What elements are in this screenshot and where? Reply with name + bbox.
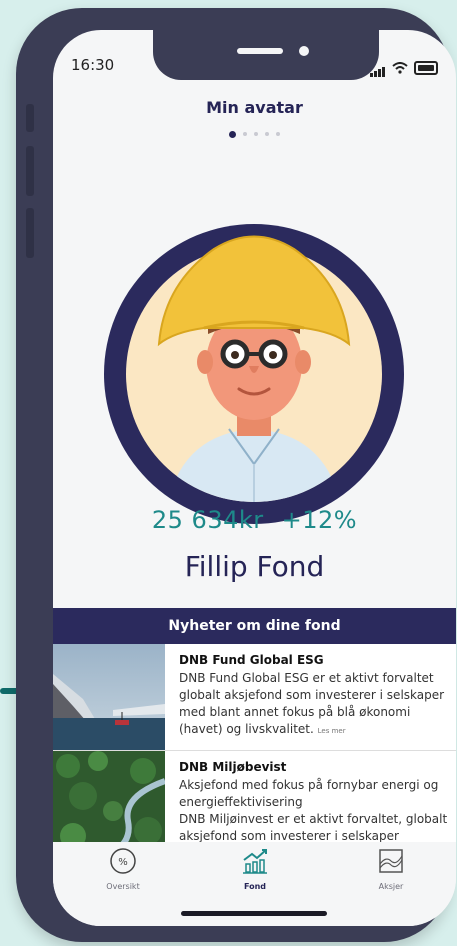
page-dot-3[interactable] <box>254 132 258 136</box>
mute-switch <box>26 104 34 132</box>
tab-oversikt[interactable]: % Oversikt <box>73 846 173 891</box>
ocean-photo-thumbnail <box>53 644 165 750</box>
news-title: DNB Fund Global ESG <box>179 653 324 667</box>
phone-frame: 16:30 Min avatar 25 634kr +12% Fillip Fo… <box>16 8 456 942</box>
news-item-global-esg[interactable]: DNB Fund Global ESG DNB Fund Global ESG … <box>53 644 456 750</box>
portfolio-summary: 25 634kr +12% <box>53 506 456 534</box>
page-dot-4[interactable] <box>265 132 269 136</box>
page-title: Min avatar <box>206 98 303 117</box>
volume-down-button <box>26 208 34 258</box>
chart-trend-icon <box>243 849 267 874</box>
portfolio-change: +12% <box>281 506 358 534</box>
news-title: DNB Miljøbevist <box>179 760 287 774</box>
forest-photo-thumbnail <box>53 751 165 849</box>
battery-icon <box>414 60 438 75</box>
status-time: 16:30 <box>71 56 115 74</box>
news-body: DNB Fund Global ESG er et aktivt forvalt… <box>179 671 445 736</box>
page-dot-1[interactable] <box>229 131 236 138</box>
wifi-icon <box>392 61 408 74</box>
portfolio-value: 25 634kr <box>151 506 264 534</box>
news-body-continued: DNB Miljøinvest er et aktivt forvaltet, … <box>179 812 448 843</box>
phone-screen: 16:30 Min avatar 25 634kr +12% Fillip Fo… <box>53 30 456 926</box>
news-heading: Nyheter om dine fond <box>53 608 456 644</box>
avatar-image[interactable] <box>104 224 404 524</box>
page-dot-2[interactable] <box>243 132 247 136</box>
status-icons <box>370 58 438 77</box>
svg-text:%: % <box>118 857 128 868</box>
read-more-link[interactable]: Les mer <box>318 727 346 735</box>
volume-up-button <box>26 146 34 196</box>
tab-fond[interactable]: Fond <box>205 846 305 891</box>
percent-circle-icon: % <box>110 848 136 874</box>
tab-aksjer[interactable]: Aksjer <box>341 846 441 891</box>
tab-bar: % Oversikt Fond Aksjer <box>53 842 456 926</box>
news-item-miljobevist[interactable]: DNB Miljøbevist Aksjefond med fokus på f… <box>53 751 456 849</box>
notch <box>153 30 379 80</box>
avatar-name: Fillip Fond <box>184 550 325 583</box>
news-body: Aksjefond med fokus på fornybar energi o… <box>179 778 439 809</box>
home-indicator[interactable] <box>181 911 327 916</box>
signal-icon <box>370 58 386 77</box>
page-dot-5[interactable] <box>276 132 280 136</box>
page-indicator[interactable] <box>53 131 456 138</box>
area-chart-icon <box>379 849 403 873</box>
